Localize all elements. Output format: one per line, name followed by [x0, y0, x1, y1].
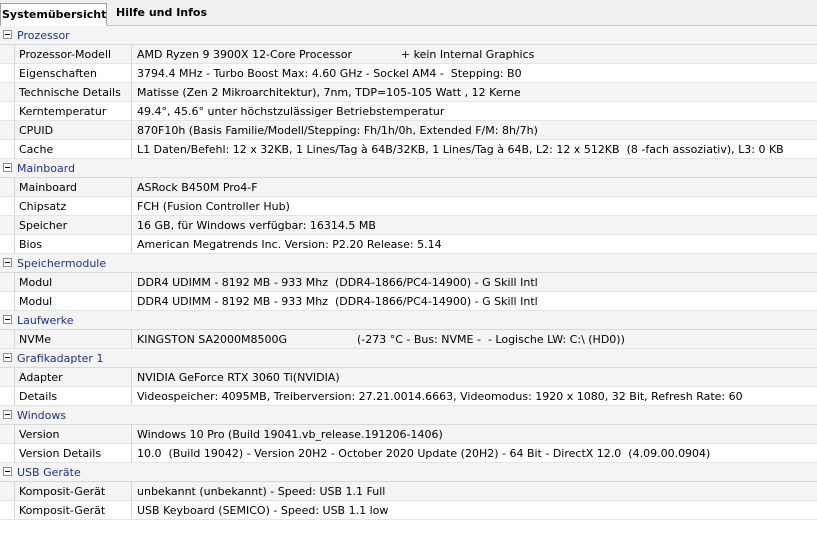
property-value: Windows 10 Pro (Build 19041.vb_release.1… [131, 425, 817, 443]
property-row[interactable]: Eigenschaften 3794.4 MHz - Turbo Boost Ma… [0, 64, 817, 83]
property-label: CPUID [14, 121, 131, 139]
section-header[interactable]: Speichermodule [0, 254, 817, 273]
property-label: NVMe [14, 330, 131, 348]
collapse-toggle-icon[interactable] [3, 30, 12, 39]
property-row[interactable]: Details Videospeicher: 4095MB, Treiberver… [0, 387, 817, 406]
property-label: Modul [14, 273, 131, 291]
collapse-toggle-icon[interactable] [3, 353, 12, 362]
property-row[interactable]: Cache L1 Daten/Befehl: 12 x 32KB, 1 Lines… [0, 140, 817, 159]
property-value: 49.4°, 45.6° unter höchstzulässiger Betr… [131, 102, 817, 120]
property-row[interactable]: Mainboard ASRock B450M Pro4-F [0, 178, 817, 197]
property-value: NVIDIA GeForce RTX 3060 Ti(NVIDIA) [131, 368, 817, 386]
collapse-toggle-icon[interactable] [3, 467, 12, 476]
property-value: unbekannt (unbekannt) - Speed: USB 1.1 F… [131, 482, 817, 500]
system-overview-grid: Prozessor Prozessor-Modell AMD Ryzen 9 390… [0, 26, 817, 520]
property-label: Cache [14, 140, 131, 158]
collapse-toggle-icon[interactable] [3, 258, 12, 267]
property-value: American Megatrends Inc. Version: P2.20 … [131, 235, 817, 253]
property-value: ASRock B450M Pro4-F [131, 178, 817, 196]
section-title: Laufwerke [17, 314, 74, 327]
property-row[interactable]: Version Details 10.0 (Build 19042) - Vers… [0, 444, 817, 463]
property-label: Adapter [14, 368, 131, 386]
property-row[interactable]: Version Windows 10 Pro (Build 19041.vb_re… [0, 425, 817, 444]
property-row[interactable]: Modul DDR4 UDIMM - 8192 MB - 933 Mhz (DDR… [0, 292, 817, 311]
property-row[interactable]: Prozessor-Modell AMD Ryzen 9 3900X 12-Cor… [0, 45, 817, 64]
collapse-toggle-icon[interactable] [3, 315, 12, 324]
property-row[interactable]: Modul DDR4 UDIMM - 8192 MB - 933 Mhz (DDR… [0, 273, 817, 292]
property-row[interactable]: Speicher 16 GB, für Windows verfügbar: 16… [0, 216, 817, 235]
property-label: Komposit-Gerät [14, 482, 131, 500]
property-value: 10.0 (Build 19042) - Version 20H2 - Octo… [131, 444, 817, 462]
property-row[interactable]: Komposit-Gerät unbekannt (unbekannt) - Sp… [0, 482, 817, 501]
property-value: 16 GB, für Windows verfügbar: 16314.5 MB [131, 216, 817, 234]
property-row[interactable]: CPUID 870F10h (Basis Familie/Modell/Stepp… [0, 121, 817, 140]
property-label: Speicher [14, 216, 131, 234]
property-value: 870F10h (Basis Familie/Modell/Stepping: … [131, 121, 817, 139]
property-value: L1 Daten/Befehl: 12 x 32KB, 1 Lines/Tag … [131, 140, 817, 158]
property-row[interactable]: Komposit-Gerät USB Keyboard (SEMICO) - Sp… [0, 501, 817, 520]
tab-hilfe-und-infos[interactable]: Hilfe und Infos [110, 2, 213, 24]
section-title: USB Geräte [17, 466, 81, 479]
property-value: USB Keyboard (SEMICO) - Speed: USB 1.1 l… [131, 501, 817, 519]
collapse-toggle-icon[interactable] [3, 163, 12, 172]
section-title: Speichermodule [17, 257, 107, 270]
section-title: Mainboard [17, 162, 76, 175]
section-header[interactable]: Windows [0, 406, 817, 425]
property-row[interactable]: Bios American Megatrends Inc. Version: P2… [0, 235, 817, 254]
section-header[interactable]: Prozessor [0, 26, 817, 45]
section-header[interactable]: Mainboard [0, 159, 817, 178]
property-label: Komposit-Gerät [14, 501, 131, 519]
property-label: Eigenschaften [14, 64, 131, 82]
property-value: FCH (Fusion Controller Hub) [131, 197, 817, 215]
property-label: Version Details [14, 444, 131, 462]
property-label: Details [14, 387, 131, 405]
property-value: DDR4 UDIMM - 8192 MB - 933 Mhz (DDR4-186… [131, 292, 817, 310]
property-label: Modul [14, 292, 131, 310]
section-header[interactable]: USB Geräte [0, 463, 817, 482]
property-label: Chipsatz [14, 197, 131, 215]
property-label: Prozessor-Modell [14, 45, 131, 63]
property-label: Kerntemperatur [14, 102, 131, 120]
section-title: Windows [17, 409, 67, 422]
section-header[interactable]: Laufwerke [0, 311, 817, 330]
property-value: KINGSTON SA2000M8500G (-273 °C - Bus: NV… [131, 330, 817, 348]
property-row[interactable]: Chipsatz FCH (Fusion Controller Hub) [0, 197, 817, 216]
property-label: Mainboard [14, 178, 131, 196]
property-row[interactable]: NVMe KINGSTON SA2000M8500G (-273 °C - Bus… [0, 330, 817, 349]
property-label: Bios [14, 235, 131, 253]
section-title: Prozessor [17, 29, 70, 42]
property-value: AMD Ryzen 9 3900X 12-Core Processor + ke… [131, 45, 817, 63]
property-row[interactable]: Technische Details Matisse (Zen 2 Mikroar… [0, 83, 817, 102]
property-label: Version [14, 425, 131, 443]
property-label: Technische Details [14, 83, 131, 101]
tab-bar: Systemübersicht Hilfe und Infos [0, 0, 817, 26]
section-title: Grafikadapter 1 [17, 352, 104, 365]
property-row[interactable]: Kerntemperatur 49.4°, 45.6° unter höchstz… [0, 102, 817, 121]
section-header[interactable]: Grafikadapter 1 [0, 349, 817, 368]
property-value: DDR4 UDIMM - 8192 MB - 933 Mhz (DDR4-186… [131, 273, 817, 291]
property-row[interactable]: Adapter NVIDIA GeForce RTX 3060 Ti(NVIDIA… [0, 368, 817, 387]
property-value: Matisse (Zen 2 Mikroarchitektur), 7nm, T… [131, 83, 817, 101]
tab-systemuebersicht[interactable]: Systemübersicht [0, 3, 107, 26]
collapse-toggle-icon[interactable] [3, 410, 12, 419]
property-value: 3794.4 MHz - Turbo Boost Max: 4.60 GHz -… [131, 64, 817, 82]
property-value: Videospeicher: 4095MB, Treiberversion: 2… [131, 387, 817, 405]
